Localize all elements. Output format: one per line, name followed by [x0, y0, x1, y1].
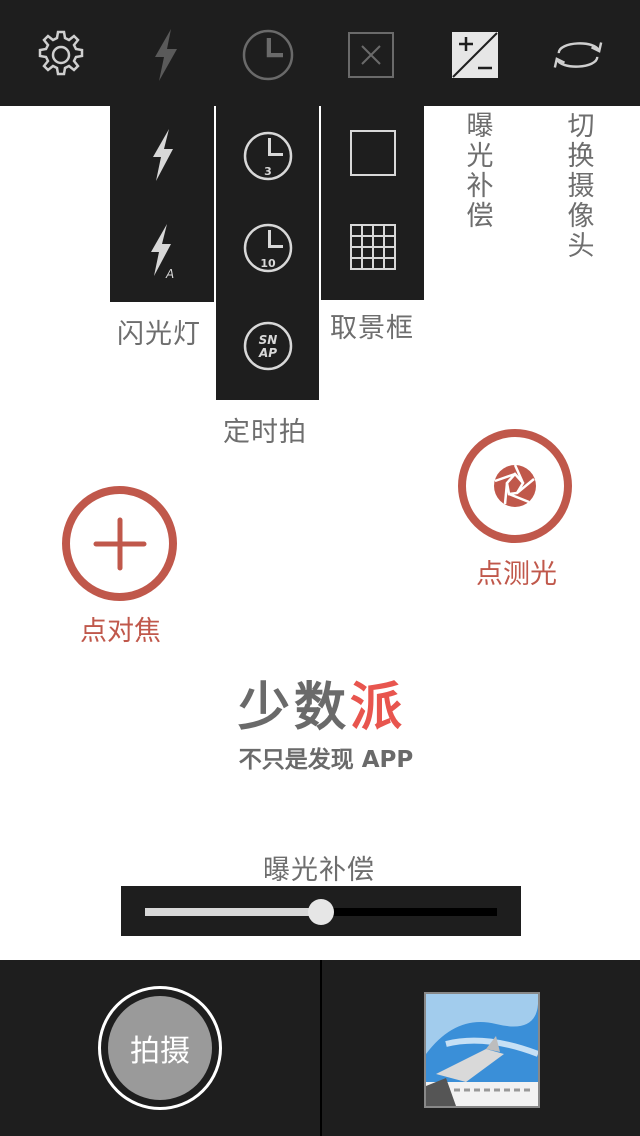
slider-thumb[interactable]	[308, 899, 334, 925]
photo-thumbnail-image	[426, 994, 538, 1106]
timer-10s-icon[interactable]: 10	[216, 208, 319, 288]
exposure-slider-label: 曝光补偿	[263, 855, 375, 886]
shutter-label: 拍摄	[108, 996, 212, 1100]
timer-dropdown: 3 10 SN AP	[216, 106, 319, 400]
timer-3s-icon[interactable]: 3	[216, 116, 319, 196]
exposure-vertical-label: 曝光补偿	[466, 111, 494, 232]
slider-fill	[145, 908, 321, 916]
watermark-title-part2: 派	[350, 678, 403, 738]
watermark-title: 少数派	[0, 665, 640, 740]
timer-icon[interactable]	[241, 28, 295, 82]
top-toolbar	[0, 0, 640, 106]
switch-camera-icon[interactable]	[551, 28, 605, 82]
frame-grid-icon[interactable]	[321, 212, 424, 282]
gear-icon[interactable]	[34, 28, 88, 82]
timer-label: 定时拍	[223, 417, 307, 448]
aperture-icon	[494, 464, 536, 507]
flash-auto-icon[interactable]: A	[110, 216, 214, 286]
snap-icon[interactable]: SN AP	[216, 306, 319, 386]
metering-label: 点测光	[476, 559, 557, 590]
flash-on-icon[interactable]	[110, 120, 214, 190]
focus-label: 点对焦	[80, 616, 161, 647]
bottom-divider	[320, 960, 322, 1136]
snap-text-line1: SN	[258, 333, 277, 347]
frame-off-icon[interactable]	[344, 28, 398, 82]
flash-icon[interactable]	[138, 28, 192, 82]
watermark-title-part1: 少数	[237, 678, 350, 738]
watermark-subtitle: 不只是发现 APP	[238, 747, 414, 773]
snap-text-line2: AP	[257, 346, 276, 360]
flash-dropdown: A	[110, 106, 214, 302]
switch-camera-vertical-label: 切换摄像头	[567, 111, 595, 262]
gallery-thumbnail[interactable]	[424, 992, 540, 1108]
flash-auto-badge: A	[165, 267, 174, 280]
flash-label: 闪光灯	[117, 319, 201, 350]
shutter-button[interactable]: 拍摄	[98, 986, 222, 1110]
metering-ring[interactable]	[458, 429, 572, 543]
timer-10s-text: 10	[260, 257, 276, 270]
exposure-slider[interactable]	[121, 886, 521, 936]
focus-ring[interactable]	[62, 486, 177, 601]
timer-3s-text: 3	[264, 165, 272, 178]
exposure-compensation-icon[interactable]	[448, 28, 502, 82]
frame-label: 取景框	[330, 313, 414, 344]
frame-dropdown	[321, 106, 424, 300]
frame-square-icon[interactable]	[321, 118, 424, 188]
plus-icon	[93, 517, 147, 571]
